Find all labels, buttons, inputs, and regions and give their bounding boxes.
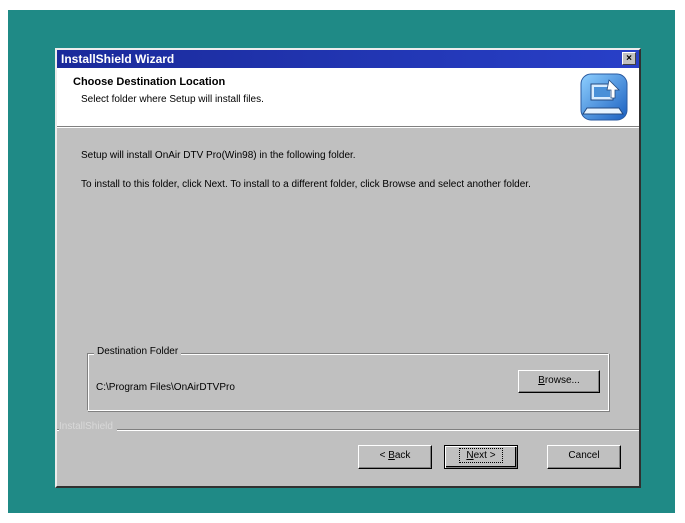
next-focus-rect: Next > <box>459 448 503 463</box>
browse-button[interactable]: Browse... <box>518 370 600 393</box>
destination-folder-group: Destination Folder C:\Program Files\OnAi… <box>87 346 609 411</box>
page-subtitle: Select folder where Setup will install f… <box>81 94 264 105</box>
install-info-text: Setup will install OnAir DTV Pro(Win98) … <box>81 150 356 161</box>
next-button[interactable]: Next > <box>444 445 518 469</box>
close-icon: × <box>626 53 632 64</box>
title-bar[interactable]: InstallShield Wizard × <box>57 50 639 68</box>
back-button[interactable]: < Back <box>358 445 432 469</box>
page-title: Choose Destination Location <box>73 76 226 88</box>
installshield-wizard-window: InstallShield Wizard × Choose Destinatio… <box>55 48 641 488</box>
install-instructions-text: To install to this folder, click Next. T… <box>81 179 531 190</box>
destination-path: C:\Program Files\OnAirDTVPro <box>96 382 235 393</box>
header-divider <box>57 126 639 128</box>
close-button[interactable]: × <box>622 52 636 65</box>
wizard-header: Choose Destination Location Select folde… <box>57 68 639 126</box>
cancel-button[interactable]: Cancel <box>547 445 621 469</box>
footer-divider <box>57 429 639 431</box>
destination-folder-legend: Destination Folder <box>94 346 182 357</box>
installshield-brand: InstallShield <box>59 421 117 432</box>
setup-computer-icon <box>580 73 628 121</box>
window-title: InstallShield Wizard <box>61 52 175 66</box>
desktop-background: InstallShield Wizard × Choose Destinatio… <box>8 10 675 513</box>
